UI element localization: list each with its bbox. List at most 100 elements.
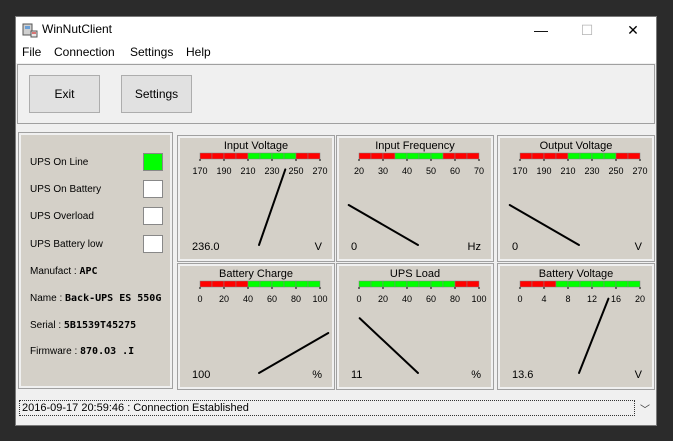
gauge-scale-cell — [382, 152, 396, 160]
gauge-scale-cell — [442, 280, 456, 288]
gauge-tick-label: 16 — [611, 294, 621, 304]
gauge-title: Input Voltage — [224, 140, 288, 152]
serial-row: Serial : 5B1539T45275 — [30, 320, 172, 331]
gauge-scale-cell — [579, 280, 593, 288]
menu-settings[interactable]: Settings — [130, 45, 173, 59]
gauge-tick-label: 4 — [541, 294, 546, 304]
serial-label: Serial : — [30, 320, 62, 331]
gauge-scale-cell — [211, 280, 225, 288]
gauge-scale-cell — [406, 152, 420, 160]
gauge-scale-cell — [519, 280, 533, 288]
gauge-title: UPS Load — [390, 268, 440, 280]
gauge-scale-cell — [627, 280, 641, 288]
indicator-on-battery-led — [143, 180, 163, 198]
title-bar[interactable]: WinNutClient — ☐ ✕ — [16, 17, 656, 43]
gauge-tick-label: 80 — [450, 294, 460, 304]
exit-button[interactable]: Exit — [29, 75, 100, 113]
gauge-tick-label: 250 — [608, 166, 623, 176]
gauge-scale-cell — [454, 152, 468, 160]
gauge-scale-cell — [199, 280, 213, 288]
gauge-tick-label: 30 — [378, 166, 388, 176]
firmware-row: Firmware : 870.O3 .I — [30, 346, 172, 357]
gauge-tick-label: 100 — [471, 294, 486, 304]
gauge-tick-label: 40 — [243, 294, 253, 304]
status-bar: 2016-09-17 20:59:46 : Connection Establi… — [17, 398, 655, 418]
gauge-unit: Hz — [468, 241, 481, 253]
indicator-label-online: UPS On Line — [30, 157, 89, 168]
app-icon — [22, 22, 38, 38]
gauge-title: Output Voltage — [540, 140, 613, 152]
indicator-online-led — [143, 153, 163, 171]
status-log-field[interactable]: 2016-09-17 20:59:46 : Connection Establi… — [19, 400, 635, 416]
gauge-needle — [358, 317, 419, 374]
gauge-needle — [258, 332, 330, 374]
gauge-scale-cell — [235, 280, 249, 288]
gauge-scale-cell — [466, 280, 480, 288]
gauge-tick-label: 250 — [288, 166, 303, 176]
gauge-unit: V — [635, 241, 643, 253]
gauge-unit: V — [315, 241, 323, 253]
gauge-input-voltage: Input Voltage 170 190 210 230 250 270 236.0 V — [177, 135, 335, 262]
gauge-tick-label: 100 — [312, 294, 327, 304]
indicator-label-on-battery: UPS On Battery — [30, 184, 102, 195]
gauge-scale-cell — [615, 280, 629, 288]
gauge-tick-label: 230 — [584, 166, 599, 176]
gauge-scale-cell — [295, 280, 309, 288]
gauge-tick-label: 270 — [632, 166, 647, 176]
gauge-tick-label: 60 — [450, 166, 460, 176]
gauge-scale-cell — [271, 152, 285, 160]
indicator-overload-led — [143, 207, 163, 225]
gauge-tick-label: 80 — [291, 294, 301, 304]
settings-button[interactable]: Settings — [121, 75, 192, 113]
gauge-tick-label: 210 — [240, 166, 255, 176]
firmware-label: Firmware : — [30, 346, 78, 357]
gauge-tick-label: 0 — [517, 294, 522, 304]
gauge-value: 11 — [351, 369, 362, 381]
gauge-scale-cell — [370, 152, 384, 160]
gauge-ups-load: UPS Load 0 20 40 60 80 100 11% — [336, 263, 494, 390]
gauge-needle — [347, 204, 419, 246]
close-button[interactable]: ✕ — [610, 17, 656, 43]
gauge-tick-label: 20 — [378, 294, 388, 304]
gauge-scale-cell — [543, 280, 557, 288]
gauge-tick-label: 60 — [267, 294, 277, 304]
gauge-tick-label: 210 — [560, 166, 575, 176]
gauge-scale-cell — [223, 152, 237, 160]
gauge-scale-cell — [223, 280, 237, 288]
gauge-tick-label: 170 — [512, 166, 527, 176]
gauge-scale-cell — [394, 152, 408, 160]
gauge-scale-cell — [358, 280, 372, 288]
gauge-scale-cell — [555, 280, 569, 288]
gauge-canvas: Input Frequency 20 30 40 50 60 70 0 Hz — [347, 140, 484, 253]
gauge-output-voltage: Output Voltage 170 190 210 230 250 270 0 V — [497, 135, 655, 262]
maximize-button[interactable]: ☐ — [564, 17, 610, 43]
gauge-scale-cell — [394, 280, 408, 288]
gauge-unit: % — [471, 369, 481, 381]
gauge-scale-cell — [615, 152, 629, 160]
gauge-tick-label: 40 — [402, 166, 412, 176]
gauge-scale-cell — [430, 280, 444, 288]
gauge-tick-label: 8 — [565, 294, 570, 304]
gauge-scale-cell — [199, 152, 213, 160]
serial-value: 5B1539T45275 — [63, 320, 137, 331]
gauge-scale-cell — [370, 280, 384, 288]
indicator-label-overload: UPS Overload — [30, 211, 94, 222]
gauge-scale-cell — [211, 152, 225, 160]
minimize-button[interactable]: — — [518, 17, 564, 43]
name-row: Name : Back-UPS ES 550G — [30, 293, 172, 304]
close-icon: ✕ — [627, 21, 639, 38]
gauge-scale-cell — [567, 280, 581, 288]
gauge-scale-cell — [591, 152, 605, 160]
gauge-tick-label: 190 — [536, 166, 551, 176]
gauge-scale-cell — [579, 152, 593, 160]
gauge-scale-cell — [406, 280, 420, 288]
menu-help[interactable]: Help — [186, 45, 211, 59]
gauge-scale-cell — [382, 280, 396, 288]
menu-file[interactable]: File — [22, 45, 41, 59]
status-dropdown-button[interactable]: ﹀ — [637, 400, 653, 416]
firmware-value: 870.O3 .I — [80, 346, 135, 357]
gauge-scale-cell — [295, 152, 309, 160]
gauge-title: Input Frequency — [375, 140, 455, 152]
menu-connection[interactable]: Connection — [54, 45, 115, 59]
gauge-scale-cell — [531, 152, 545, 160]
